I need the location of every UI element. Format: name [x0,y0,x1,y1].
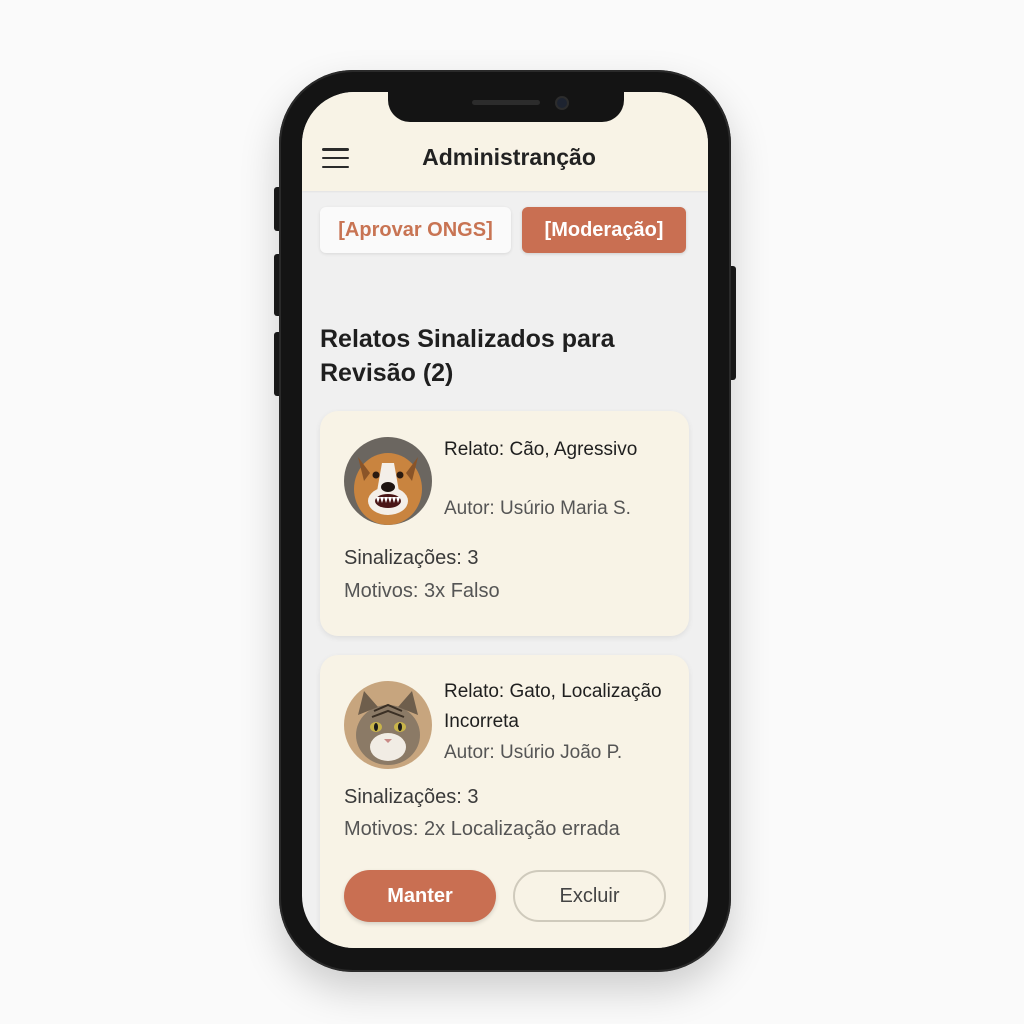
phone-screen: Administranção [Aprovar ONGS] [Moderação… [302,92,708,948]
tab-approve-ngos[interactable]: [Aprovar ONGS] [320,207,511,253]
section-title: Relatos Sinalizados para Revisão (2) [320,325,615,387]
flag-count: Sinalizações: 3 [344,547,479,569]
flag-count: Sinalizações: 3 [344,786,479,808]
camera-icon [555,96,569,110]
report-card[interactable]: Relato: Cão, Agressivo Autor: Usúrio Mar… [320,411,689,636]
notch [388,92,624,122]
speaker-grille [472,100,540,105]
stage: Administranção [Aprovar ONGS] [Moderação… [0,0,1024,1024]
report-card[interactable]: Relato: Gato, Localização Incorreta Auto… [320,655,689,948]
tab-moderation[interactable]: [Moderação] [522,207,686,253]
flag-reasons: Motivos: 3x Falso [344,580,500,602]
page-title: Administranção [422,144,596,170]
report-title: Relato: Cão, Agressivo [444,439,638,460]
report-author: Autor: Usúrio João P. [444,742,623,763]
cat-photo [344,681,432,769]
delete-button[interactable]: Excluir [513,870,666,922]
keep-button[interactable]: Manter [344,870,496,922]
dog-photo [344,437,432,525]
report-author: Autor: Usúrio Maria S. [444,498,631,519]
report-title: Relato: Gato, Localização Incorreta [444,681,662,732]
flag-reasons: Motivos: 2x Localização errada [344,818,620,840]
